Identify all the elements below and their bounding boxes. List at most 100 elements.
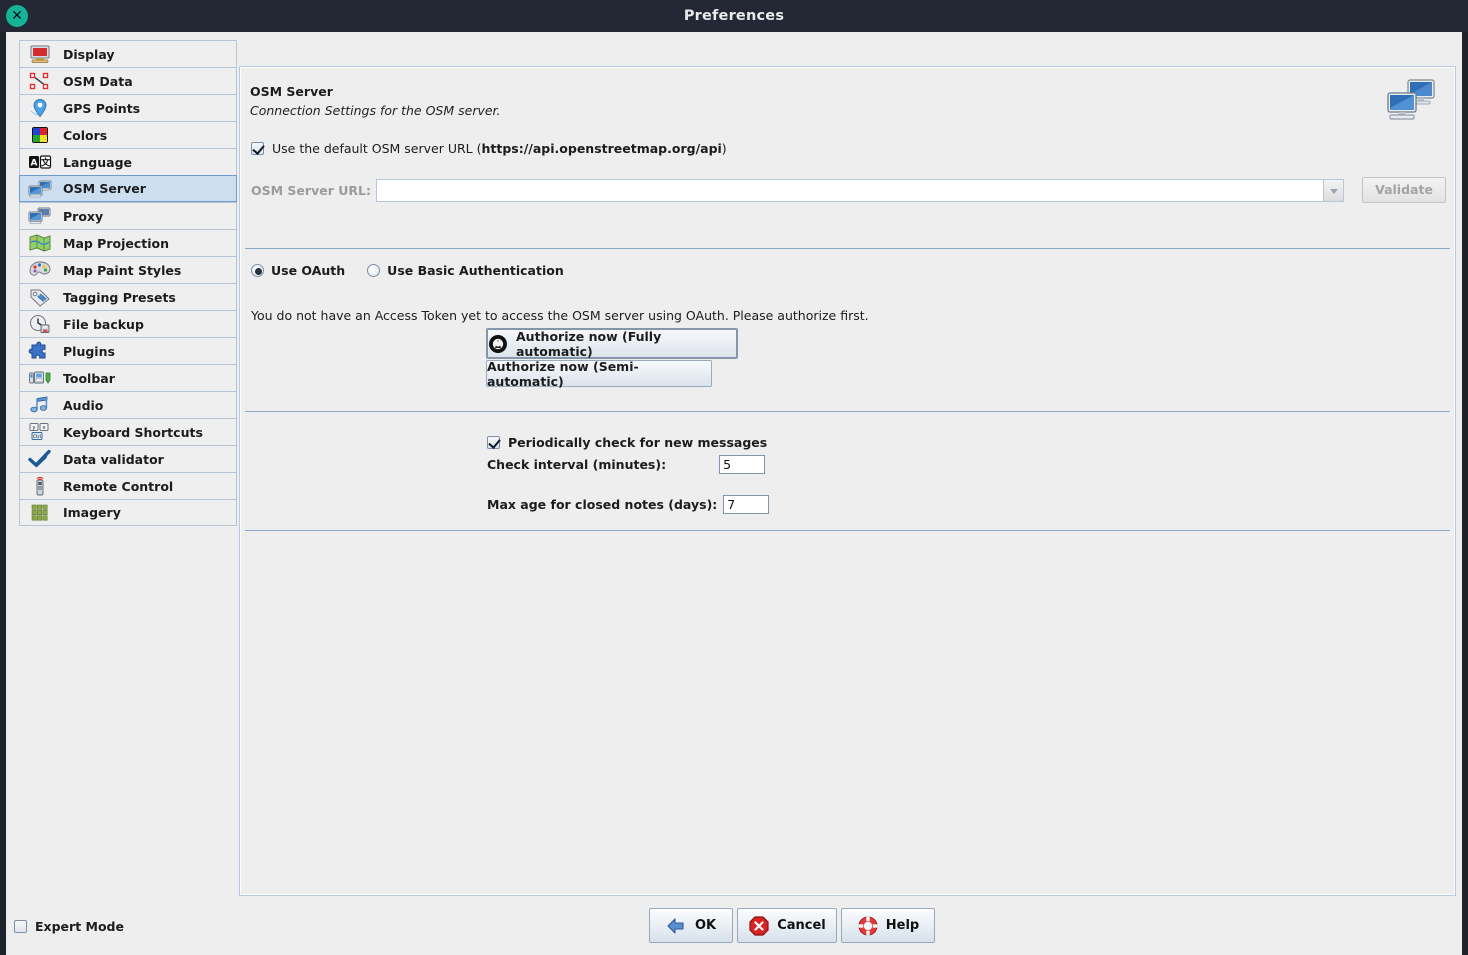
max-age-row: Max age for closed notes (days): <box>487 495 770 514</box>
colors-icon <box>28 125 52 145</box>
file-backup-icon <box>28 314 52 334</box>
gps-points-icon <box>28 98 52 118</box>
map-paint-styles-icon <box>28 260 52 280</box>
validate-button[interactable]: Validate <box>1362 177 1446 203</box>
sidebar-item-imagery[interactable]: Imagery <box>19 499 237 526</box>
display-icon <box>28 44 52 64</box>
sidebar-item-osm-server[interactable]: OSM Server <box>19 175 237 202</box>
periodic-check-checkbox[interactable] <box>487 436 500 449</box>
sidebar-item-toolbar[interactable]: Toolbar <box>19 364 237 391</box>
sidebar-item-label: Imagery <box>63 505 121 520</box>
sidebar-item-audio[interactable]: Audio <box>19 391 237 418</box>
window-title: Preferences <box>683 8 785 24</box>
sidebar-item-label: OSM Server <box>63 181 146 196</box>
sidebar-item-remote-control[interactable]: Remote Control <box>19 472 237 499</box>
svg-text:A: A <box>31 159 38 169</box>
preferences-sidebar: Display OSM Data GPS Points Colors A 文 Languag… <box>14 36 237 892</box>
preferences-window: ✕ Preferences Display OSM Data GPS Points C… <box>0 0 1468 955</box>
dialog-footer: Expert Mode OK Cancel Help <box>6 896 1462 955</box>
sidebar-item-gps-points[interactable]: GPS Points <box>19 94 237 121</box>
svg-text:y: y <box>33 425 36 431</box>
sidebar-item-label: Map Projection <box>63 235 170 251</box>
svg-text:文: 文 <box>40 157 51 169</box>
sidebar-item-display[interactable]: Display <box>19 40 237 67</box>
sidebar-item-map-projection[interactable]: Map Projection <box>19 229 237 256</box>
osm-server-icon <box>1387 79 1435 120</box>
sidebar-item-label: Data validator <box>63 451 164 467</box>
sidebar-item-tagging-presets[interactable]: Tagging Presets <box>19 283 237 310</box>
max-age-input[interactable] <box>723 495 770 514</box>
use-oauth-label: Use OAuth <box>271 263 346 278</box>
osm-server-url-combo[interactable] <box>375 178 1344 202</box>
authorize-fully-automatic-button[interactable]: Authorize now (Fully automatic) <box>486 328 738 359</box>
map-projection-icon <box>28 233 52 253</box>
help-button[interactable]: Help <box>841 908 935 943</box>
apply-arrow-icon <box>667 917 684 934</box>
chevron-down-icon[interactable] <box>1323 179 1343 201</box>
osm-server-icon <box>28 179 52 199</box>
use-basic-auth-radio[interactable] <box>367 264 381 277</box>
expert-mode-row[interactable]: Expert Mode <box>14 919 124 934</box>
ok-button[interactable]: OK <box>649 908 733 943</box>
use-basic-auth-label: Use Basic Authentication <box>387 263 564 278</box>
expert-mode-checkbox[interactable] <box>14 920 27 933</box>
sidebar-item-label: File backup <box>63 316 144 332</box>
sidebar-item-label: Toolbar <box>63 370 115 386</box>
sidebar-item-label: Keyboard Shortcuts <box>63 424 203 440</box>
osm-data-icon <box>28 71 52 91</box>
svg-text:x: x <box>43 425 46 431</box>
sidebar-item-language[interactable]: A 文 Language <box>19 148 237 175</box>
sidebar-item-label: Colors <box>63 127 108 143</box>
sidebar-item-label: Display <box>63 46 115 62</box>
periodic-check-row[interactable]: Periodically check for new messages <box>487 435 767 450</box>
sidebar-item-osm-data[interactable]: OSM Data <box>19 67 237 94</box>
sidebar-item-colors[interactable]: Colors <box>19 121 237 148</box>
window-titlebar: ✕ Preferences <box>0 0 1468 32</box>
page-subtitle: Connection Settings for the OSM server. <box>250 103 501 118</box>
osm-server-url-label: OSM Server URL: <box>251 182 371 198</box>
sidebar-item-label: OSM Data <box>63 73 133 89</box>
imagery-icon <box>28 503 52 523</box>
periodic-check-label: Periodically check for new messages <box>508 435 768 450</box>
help-button-label: Help <box>885 918 920 933</box>
sidebar-item-label: Audio <box>63 397 104 413</box>
authorize-fully-automatic-label: Authorize now (Fully automatic) <box>516 328 662 359</box>
divider <box>245 530 1450 531</box>
sidebar-item-map-paint-styles[interactable]: Map Paint Styles <box>19 256 237 283</box>
cancel-octagon-icon <box>749 915 769 936</box>
check-interval-label: Check interval (minutes): <box>487 457 667 472</box>
sidebar-item-keyboard-shortcuts[interactable]: y x Ctrl Keyboard Shortcuts <box>19 418 237 445</box>
expert-mode-label: Expert Mode <box>35 919 124 934</box>
language-icon: A文 <box>28 152 52 172</box>
osm-server-panel: OSM Server Connection Settings for the O… <box>239 66 1456 896</box>
sidebar-item-label: GPS Points <box>63 100 141 116</box>
sidebar-item-label: Language <box>63 154 133 170</box>
use-default-url-row[interactable]: Use the default OSM server URL (https://… <box>251 141 727 156</box>
divider <box>245 248 1450 249</box>
osm-server-url-row: OSM Server URL: Validate <box>251 174 1446 206</box>
sidebar-item-label: Map Paint Styles <box>63 262 182 278</box>
preferences-tab-list: Display OSM Data GPS Points Colors A 文 Languag… <box>19 40 237 526</box>
sidebar-item-label: Tagging Presets <box>63 289 176 305</box>
cancel-button-label: Cancel <box>777 918 826 933</box>
tagging-presets-icon <box>28 287 52 307</box>
oauth-status-text: You do not have an Access Token yet to a… <box>251 308 869 323</box>
use-default-url-label: Use the default OSM server URL (https://… <box>272 141 727 156</box>
cancel-button[interactable]: Cancel <box>737 908 837 943</box>
authorize-semi-automatic-label: Authorize now (Semi-automatic) <box>487 358 639 389</box>
use-oauth-radio[interactable] <box>251 264 264 277</box>
oauth-icon <box>489 334 507 353</box>
check-interval-input[interactable] <box>719 455 766 474</box>
lifebuoy-icon <box>858 916 878 935</box>
sidebar-item-file-backup[interactable]: File backup <box>19 310 237 337</box>
sidebar-item-plugins[interactable]: Plugins <box>19 337 237 364</box>
sidebar-item-proxy[interactable]: Proxy <box>19 202 237 229</box>
plugins-icon <box>28 341 52 361</box>
page-title: OSM Server <box>250 84 333 99</box>
osm-server-url-input[interactable] <box>376 179 1323 201</box>
authorize-semi-automatic-button[interactable]: Authorize now (Semi-automatic) <box>486 358 712 389</box>
use-default-url-checkbox[interactable] <box>251 142 264 155</box>
proxy-icon <box>28 206 52 226</box>
sidebar-item-data-validator[interactable]: Data validator <box>19 445 237 472</box>
ok-button-label: OK <box>694 918 717 933</box>
